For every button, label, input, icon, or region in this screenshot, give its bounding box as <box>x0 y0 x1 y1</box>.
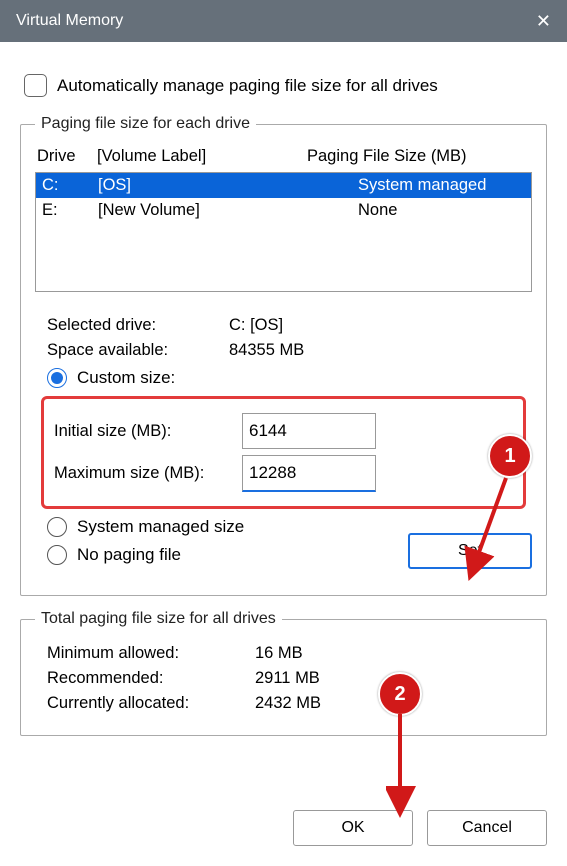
custom-size-box: Initial size (MB): Maximum size (MB): <box>41 396 526 509</box>
initial-size-label: Initial size (MB): <box>54 422 242 441</box>
close-icon[interactable]: ✕ <box>536 11 551 32</box>
space-available-label: Space available: <box>47 341 229 360</box>
initial-size-input[interactable] <box>242 413 376 449</box>
drive-list[interactable]: C: [OS] System managed E: [New Volume] N… <box>35 172 532 292</box>
space-available-value: 84355 MB <box>229 341 304 360</box>
recommended-label: Recommended: <box>47 669 255 688</box>
annotation-badge-1: 1 <box>488 434 532 478</box>
col-drive: Drive <box>37 147 97 166</box>
radio-no-paging-label: No paging file <box>77 545 181 565</box>
drive-letter: C: <box>42 176 98 195</box>
drive-volume: [New Volume] <box>98 201 358 220</box>
auto-manage-checkbox[interactable] <box>24 74 47 97</box>
min-allowed-label: Minimum allowed: <box>47 644 255 663</box>
radio-custom-label: Custom size: <box>77 368 175 388</box>
totals-legend: Total paging file size for all drives <box>35 610 282 628</box>
drive-paging: System managed <box>358 176 525 195</box>
col-size: Paging File Size (MB) <box>307 147 530 166</box>
maximum-size-label: Maximum size (MB): <box>54 464 242 483</box>
drive-row[interactable]: C: [OS] System managed <box>36 173 531 198</box>
auto-manage-label: Automatically manage paging file size fo… <box>57 76 438 96</box>
col-volume: [Volume Label] <box>97 147 307 166</box>
radio-system-managed[interactable] <box>47 517 67 537</box>
radio-system-label: System managed size <box>77 517 244 537</box>
drive-paging: None <box>358 201 525 220</box>
radio-no-paging[interactable] <box>47 545 67 565</box>
totals-group: Total paging file size for all drives Mi… <box>20 610 547 736</box>
ok-button[interactable]: OK <box>293 810 413 846</box>
drive-letter: E: <box>42 201 98 220</box>
window-title: Virtual Memory <box>16 12 123 30</box>
recommended-value: 2911 MB <box>255 669 320 688</box>
set-button[interactable]: Set <box>408 533 532 569</box>
radio-custom-size[interactable] <box>47 368 67 388</box>
min-allowed-value: 16 MB <box>255 644 303 663</box>
maximum-size-input[interactable] <box>242 455 376 492</box>
cancel-button[interactable]: Cancel <box>427 810 547 846</box>
drive-group-legend: Paging file size for each drive <box>35 115 256 133</box>
annotation-badge-2: 2 <box>378 672 422 716</box>
selected-drive-value: C: [OS] <box>229 316 283 335</box>
drive-group: Paging file size for each drive Drive [V… <box>20 115 547 596</box>
selected-drive-label: Selected drive: <box>47 316 229 335</box>
allocated-label: Currently allocated: <box>47 694 255 713</box>
drive-row[interactable]: E: [New Volume] None <box>36 198 531 223</box>
drive-volume: [OS] <box>98 176 358 195</box>
allocated-value: 2432 MB <box>255 694 321 713</box>
